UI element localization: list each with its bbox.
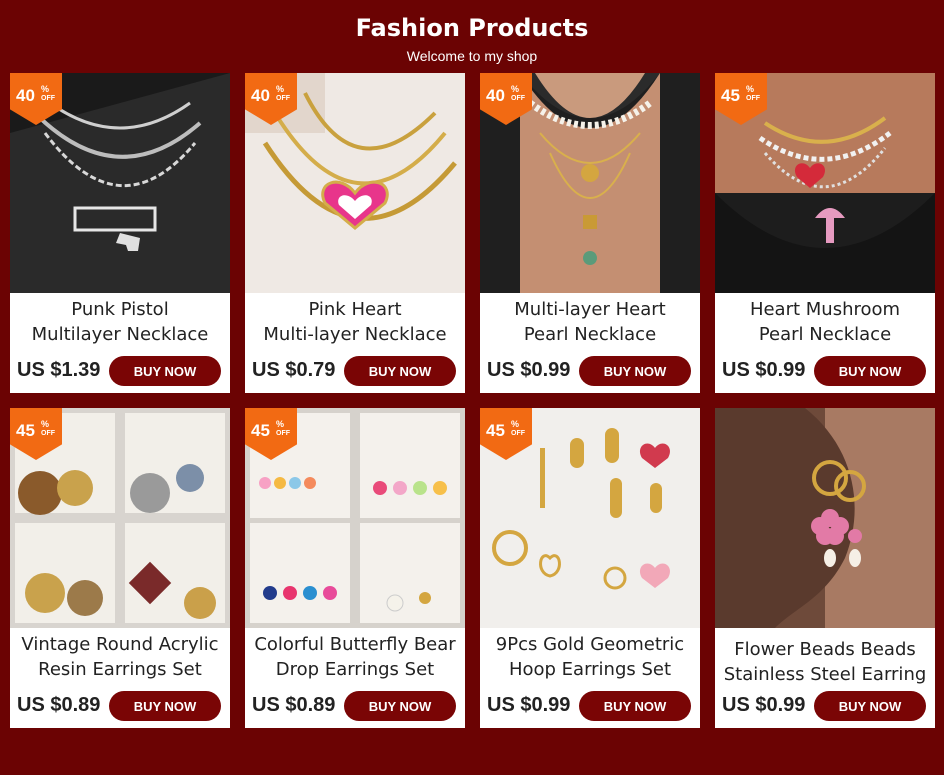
product-card[interactable]: 40 % OFF Pink Heart Multi-layer Necklace… bbox=[245, 73, 465, 393]
product-image[interactable] bbox=[715, 408, 935, 628]
buy-now-button[interactable]: BUY NOW bbox=[579, 691, 691, 721]
buy-now-button[interactable]: BUY NOW bbox=[344, 691, 456, 721]
product-name[interactable]: Multi-layer Heart Pearl Necklace bbox=[480, 297, 700, 347]
product-card[interactable]: 45 % OFF Vintage Round Acrylic Resin Ear… bbox=[10, 408, 230, 728]
product-name[interactable]: 9Pcs Gold Geometric Hoop Earrings Set bbox=[480, 632, 700, 682]
page-title: Fashion Products bbox=[355, 14, 589, 42]
product-price: US $0.99 bbox=[722, 359, 806, 381]
product-name[interactable]: Colorful Butterfly Bear Drop Earrings Se… bbox=[245, 632, 465, 682]
page-subtitle: Welcome to my shop bbox=[406, 48, 538, 64]
product-card[interactable]: 45 % OFF 9Pcs Gold Geometric Hoop Earrin… bbox=[480, 408, 700, 728]
buy-now-button[interactable]: BUY NOW bbox=[344, 356, 456, 386]
product-price: US $0.89 bbox=[17, 694, 101, 716]
product-card[interactable]: 45 % OFF Heart Mushroom Pearl Necklace U… bbox=[715, 73, 935, 393]
product-price: US $1.39 bbox=[17, 359, 101, 381]
product-card[interactable]: 40 % OFF Multi-layer Heart Pearl Necklac… bbox=[480, 73, 700, 393]
product-price: US $0.99 bbox=[722, 694, 806, 716]
buy-now-button[interactable]: BUY NOW bbox=[814, 691, 926, 721]
product-card[interactable]: 45 % OFF Colorful Butterfly Bear Drop Ea… bbox=[245, 408, 465, 728]
buy-now-button[interactable]: BUY NOW bbox=[579, 356, 691, 386]
page-header: Fashion Products Welcome to my shop bbox=[0, 12, 944, 66]
product-name[interactable]: Heart Mushroom Pearl Necklace bbox=[715, 297, 935, 347]
product-name[interactable]: Pink Heart Multi-layer Necklace bbox=[245, 297, 465, 347]
product-price: US $0.89 bbox=[252, 694, 336, 716]
product-name[interactable]: Punk Pistol Multilayer Necklace bbox=[10, 297, 230, 347]
buy-now-button[interactable]: BUY NOW bbox=[814, 356, 926, 386]
buy-now-button[interactable]: BUY NOW bbox=[109, 356, 221, 386]
product-price: US $0.99 bbox=[487, 359, 571, 381]
buy-now-button[interactable]: BUY NOW bbox=[109, 691, 221, 721]
product-name[interactable]: Vintage Round Acrylic Resin Earrings Set bbox=[10, 632, 230, 682]
product-price: US $0.99 bbox=[487, 694, 571, 716]
product-card[interactable]: Flower Beads Beads Stainless Steel Earri… bbox=[715, 408, 935, 728]
product-card[interactable]: 40 % OFF Punk Pistol Multilayer Necklace… bbox=[10, 73, 230, 393]
product-name[interactable]: Flower Beads Beads Stainless Steel Earri… bbox=[715, 637, 935, 687]
product-price: US $0.79 bbox=[252, 359, 336, 381]
